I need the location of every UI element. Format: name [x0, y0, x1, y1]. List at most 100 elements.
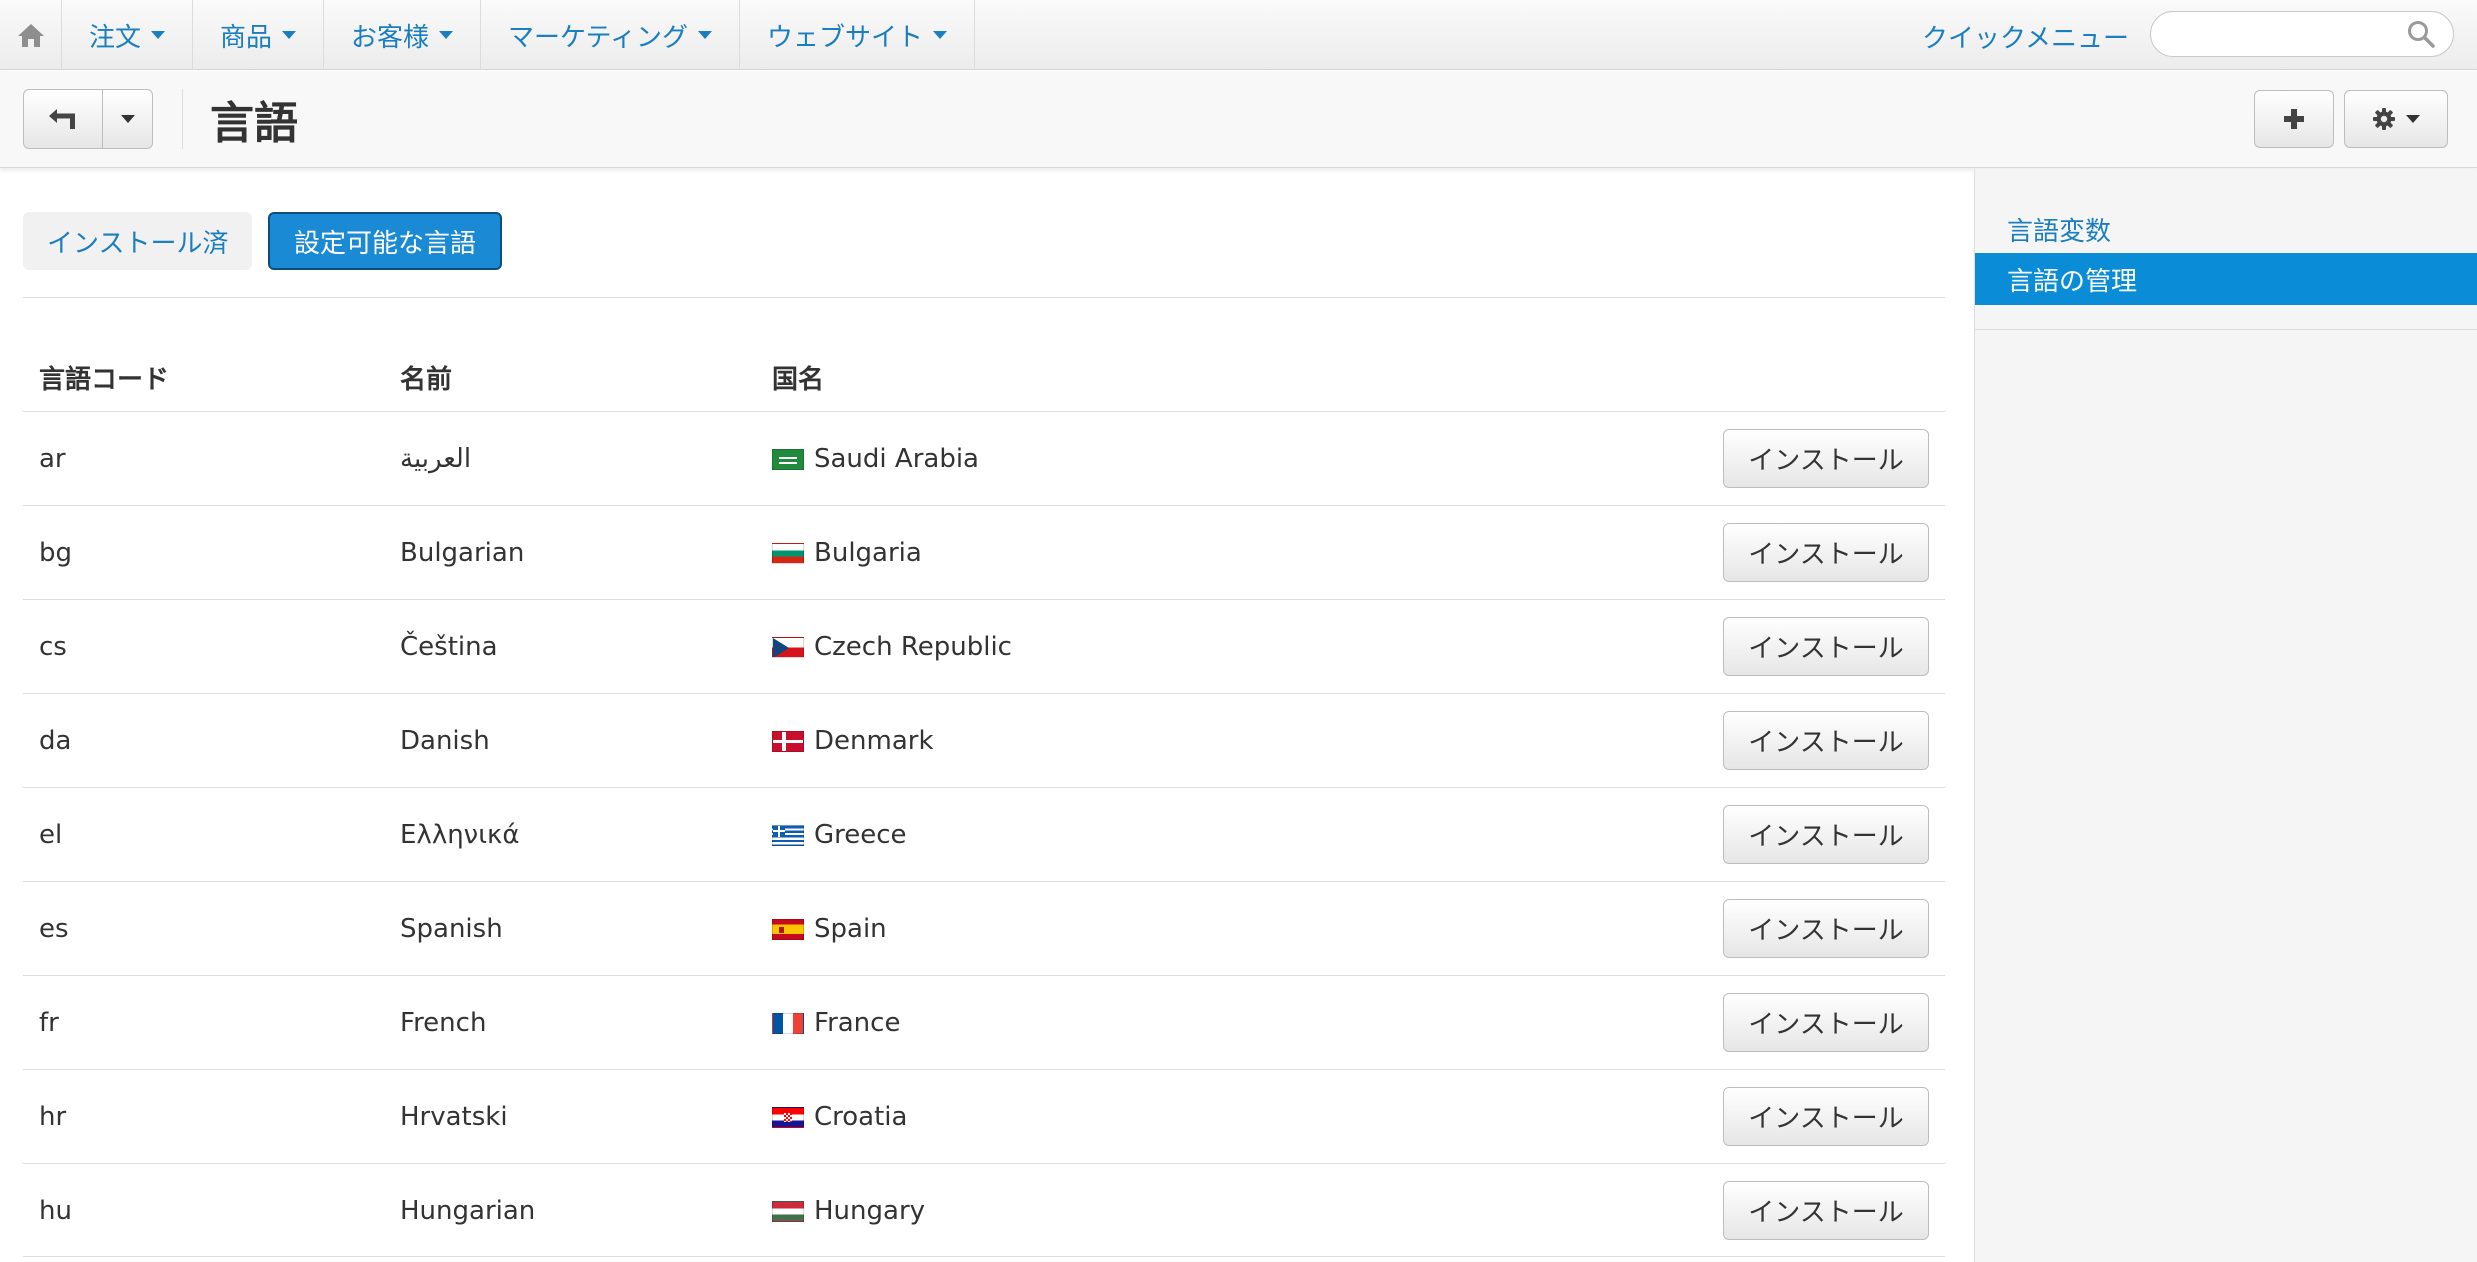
page-title: 言語 [210, 98, 298, 149]
language-code: hr [39, 1102, 67, 1132]
country-cell: Hungary [772, 1164, 925, 1258]
country-cell: Czech Republic [772, 600, 1012, 694]
language-code: ar [39, 444, 66, 474]
table-row: es Spanish Spain インストール [23, 881, 1945, 975]
right-sidebar: 言語変数 言語の管理 [1974, 169, 2477, 1262]
column-header-name: 名前 [400, 365, 453, 395]
title-bar: 言語 [0, 71, 2477, 168]
language-name: Danish [400, 726, 490, 756]
install-button[interactable]: インストール [1723, 899, 1929, 958]
divider [23, 297, 1945, 298]
denmark-flag-icon [772, 730, 804, 752]
divider [1975, 329, 2477, 330]
chevron-down-icon [120, 115, 135, 123]
menu-website[interactable]: ウェブサイト [740, 0, 975, 70]
language-name: Čeština [400, 632, 498, 662]
language-code: es [39, 914, 69, 944]
table-row: ar العربية Saudi Arabia インストール [23, 411, 1945, 505]
menu-label: 商品 [220, 22, 273, 53]
column-header-country: 国名 [772, 365, 825, 395]
install-button[interactable]: インストール [1723, 523, 1929, 582]
menu-products[interactable]: 商品 [193, 0, 325, 70]
hungary-flag-icon [772, 1200, 804, 1222]
country-name: Bulgaria [814, 538, 922, 568]
chevron-down-icon [932, 31, 947, 39]
language-name: العربية [400, 444, 472, 474]
chevron-down-icon [2406, 115, 2420, 123]
table-row: fr French France インストール [23, 975, 1945, 1069]
language-code: da [39, 726, 72, 756]
france-flag-icon [772, 1012, 804, 1034]
table-row: hr Hrvatski Croatia インストール [23, 1069, 1945, 1163]
menu-marketing[interactable]: マーケティング [481, 0, 740, 70]
country-cell: Bulgaria [772, 506, 922, 600]
country-name: Czech Republic [814, 632, 1012, 662]
tab-available-languages[interactable]: 設定可能な言語 [268, 212, 503, 270]
country-name: Croatia [814, 1102, 908, 1132]
install-button[interactable]: インストール [1723, 429, 1929, 488]
spain-flag-icon [772, 918, 804, 940]
settings-dropdown-button[interactable] [2344, 90, 2448, 148]
table-row: el Ελληνικά Greece インストール [23, 787, 1945, 881]
language-name: Spanish [400, 914, 503, 944]
language-name: Ελληνικά [400, 820, 520, 850]
language-code: bg [39, 538, 73, 568]
top-navigation: 注文 商品 お客様 マーケティング ウェブサイト クイックメニュー [0, 0, 2477, 70]
back-arrow-icon [49, 109, 75, 129]
menu-label: 注文 [89, 22, 142, 53]
menu-label: マーケティング [508, 22, 688, 53]
saudi-arabia-flag-icon [772, 448, 804, 470]
search-icon[interactable] [2406, 19, 2436, 49]
country-name: Spain [814, 914, 887, 944]
tab-installed[interactable]: インストール済 [23, 212, 253, 270]
country-cell: Spain [772, 882, 887, 976]
table-row: hu Hungarian Hungary インストール [23, 1163, 1945, 1257]
main-menu: 注文 商品 お客様 マーケティング ウェブサイト [62, 0, 975, 70]
sidebar-item-language-variables[interactable]: 言語変数 [1975, 203, 2477, 255]
language-name: Hrvatski [400, 1102, 508, 1132]
country-cell: France [772, 976, 900, 1070]
plus-icon [2284, 109, 2304, 129]
back-button[interactable] [23, 89, 103, 149]
table-row: bg Bulgarian Bulgaria インストール [23, 505, 1945, 599]
gear-icon [2373, 108, 2395, 130]
chevron-down-icon [282, 31, 297, 39]
back-history-dropdown[interactable] [103, 89, 153, 149]
country-name: Hungary [814, 1196, 926, 1226]
country-name: Saudi Arabia [814, 444, 979, 474]
install-button[interactable]: インストール [1723, 1181, 1929, 1240]
divider [182, 89, 183, 149]
country-name: Denmark [814, 726, 934, 756]
country-cell: Greece [772, 788, 907, 882]
chevron-down-icon [697, 31, 712, 39]
menu-orders[interactable]: 注文 [62, 0, 194, 70]
language-name: French [400, 1008, 487, 1038]
language-code: cs [39, 632, 67, 662]
install-button[interactable]: インストール [1723, 617, 1929, 676]
country-cell: Saudi Arabia [772, 412, 979, 506]
language-name: Hungarian [400, 1196, 536, 1226]
language-code: el [39, 820, 63, 850]
table-row: da Danish Denmark インストール [23, 693, 1945, 787]
greece-flag-icon [772, 824, 804, 846]
install-button[interactable]: インストール [1723, 805, 1929, 864]
language-name: Bulgarian [400, 538, 525, 568]
quick-menu-link[interactable]: クイックメニュー [1922, 18, 2129, 55]
add-button[interactable] [2254, 90, 2334, 148]
czech-flag-icon [772, 636, 804, 658]
bulgaria-flag-icon [772, 542, 804, 564]
country-name: France [814, 1008, 901, 1038]
install-button[interactable]: インストール [1723, 993, 1929, 1052]
language-code: fr [39, 1008, 59, 1038]
country-cell: Denmark [772, 694, 934, 788]
install-button[interactable]: インストール [1723, 1087, 1929, 1146]
language-code: hu [39, 1196, 72, 1226]
install-button[interactable]: インストール [1723, 711, 1929, 770]
home-button[interactable] [0, 0, 62, 70]
sidebar-item-manage-languages[interactable]: 言語の管理 [1975, 253, 2477, 305]
menu-label: ウェブサイト [766, 22, 923, 53]
back-button-group [23, 89, 153, 149]
chevron-down-icon [439, 31, 454, 39]
menu-customers[interactable]: お客様 [324, 0, 482, 70]
menu-label: お客様 [351, 22, 430, 53]
